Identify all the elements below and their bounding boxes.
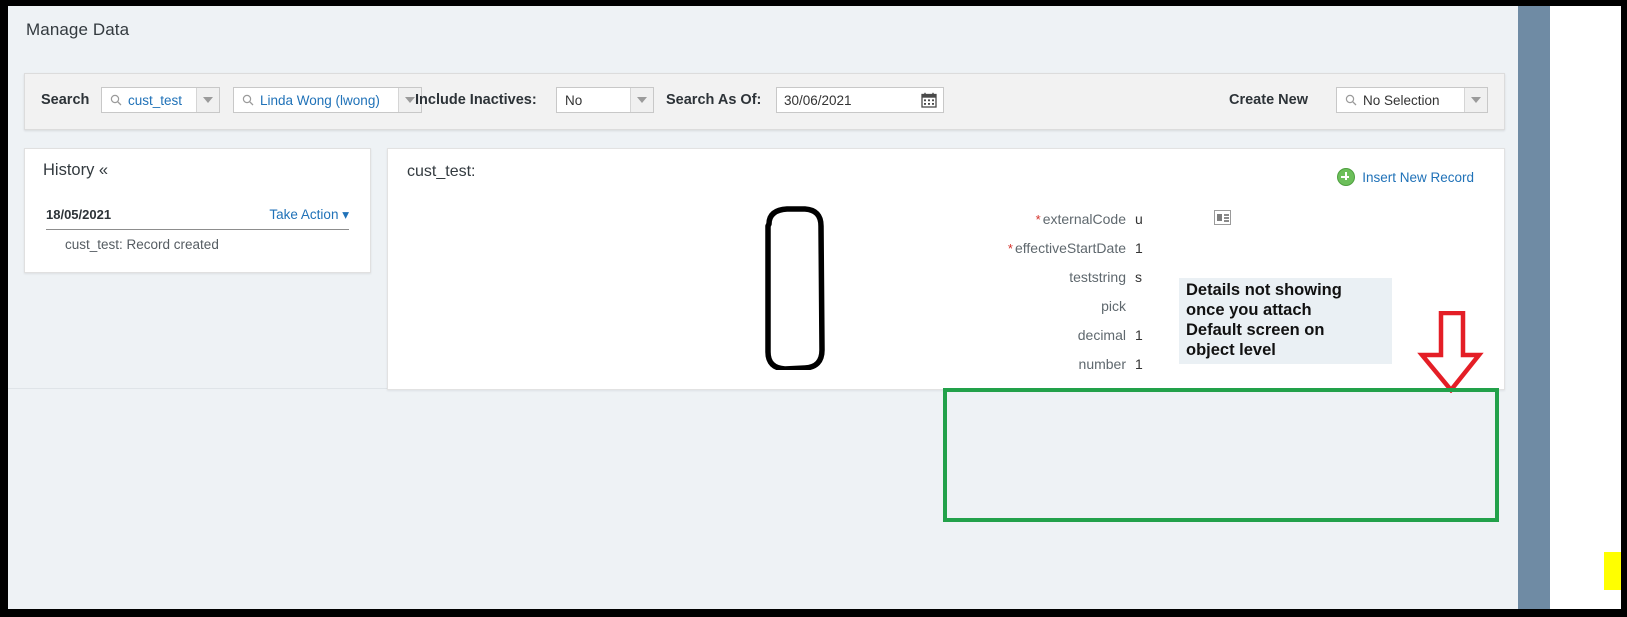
search-icon <box>238 94 258 106</box>
history-panel: History « 18/05/2021 Take Action ▾ cust_… <box>24 148 371 273</box>
field-label-teststring: teststring <box>1069 269 1126 285</box>
history-entry: cust_test: Record created <box>65 237 219 252</box>
history-date: 18/05/2021 <box>46 207 112 222</box>
field-label-effectivestartdate: * effectiveStartDate <box>1007 240 1126 256</box>
yellow-marker-annotation <box>1604 552 1621 590</box>
create-new-value: No Selection <box>1363 92 1440 108</box>
chevron-down-icon[interactable] <box>196 88 219 112</box>
calendar-icon[interactable] <box>921 92 937 113</box>
field-label-number: number <box>1078 356 1126 372</box>
detail-card-icon[interactable] <box>1214 210 1231 225</box>
insert-new-record-button[interactable]: Insert New Record <box>1337 168 1474 186</box>
required-marker: * <box>1007 241 1013 256</box>
field-row: * effectiveStartDate 1 <box>388 236 1504 265</box>
take-action-dropdown[interactable]: Take Action ▾ <box>269 207 349 223</box>
search-toolbar: Search cust_test Linda Wong (lwong) Incl… <box>24 73 1505 130</box>
search-entity-combo[interactable]: cust_test <box>101 87 220 113</box>
search-label: Search <box>41 92 90 108</box>
app-viewport: Manage Data Search cust_test Linda Wong … <box>8 6 1518 609</box>
annotation-note-text: Details not showing once you attach Defa… <box>1186 281 1342 359</box>
required-marker: * <box>1035 212 1041 227</box>
page-title: Manage Data <box>26 20 130 39</box>
search-as-of-field[interactable]: 30/06/2021 <box>776 87 944 113</box>
caret-down-icon: ▾ <box>342 207 349 222</box>
search-as-of-value: 30/06/2021 <box>784 92 852 108</box>
chevron-down-icon[interactable] <box>1464 88 1487 112</box>
search-icon <box>1341 94 1361 106</box>
plus-circle-icon <box>1337 168 1356 186</box>
include-inactives-value: No <box>565 92 583 108</box>
field-value-externalcode: u <box>1135 211 1143 227</box>
take-action-label: Take Action <box>269 207 339 222</box>
search-as-of-label: Search As Of: <box>666 92 762 108</box>
search-user-combo[interactable]: Linda Wong (lwong) <box>233 87 422 113</box>
history-divider <box>46 229 349 230</box>
search-icon <box>106 94 126 106</box>
create-new-combo[interactable]: No Selection <box>1336 87 1488 113</box>
field-row: * externalCode u <box>388 207 1504 236</box>
field-value-teststring: s <box>1135 269 1142 285</box>
right-pane <box>1550 6 1621 609</box>
include-inactives-combo[interactable]: No <box>556 87 654 113</box>
green-highlight-annotation <box>943 388 1499 522</box>
field-value-number: 1 <box>1135 356 1143 372</box>
field-value-effectivestartdate: 1 <box>1135 240 1143 256</box>
field-label-pick: pick <box>1101 298 1126 314</box>
field-label-externalcode: * externalCode <box>1035 211 1126 227</box>
search-user-value: Linda Wong (lwong) <box>260 92 380 108</box>
search-entity-value: cust_test <box>128 92 183 108</box>
chevron-down-icon[interactable] <box>630 88 653 112</box>
record-heading: cust_test: <box>407 163 476 180</box>
scrollbar-thumb[interactable] <box>1518 6 1550 609</box>
history-row-header: 18/05/2021 Take Action ▾ <box>46 207 349 223</box>
insert-new-record-label: Insert New Record <box>1362 169 1474 185</box>
history-title: History « <box>43 161 109 179</box>
field-value-decimal: 1 <box>1135 327 1143 343</box>
create-new-label: Create New <box>1229 92 1308 108</box>
annotation-note: Details not showing once you attach Defa… <box>1179 278 1392 364</box>
screen-frame: Manage Data Search cust_test Linda Wong … <box>0 0 1627 617</box>
include-inactives-label: Include Inactives: <box>415 92 537 108</box>
field-label-decimal: decimal <box>1077 327 1126 343</box>
